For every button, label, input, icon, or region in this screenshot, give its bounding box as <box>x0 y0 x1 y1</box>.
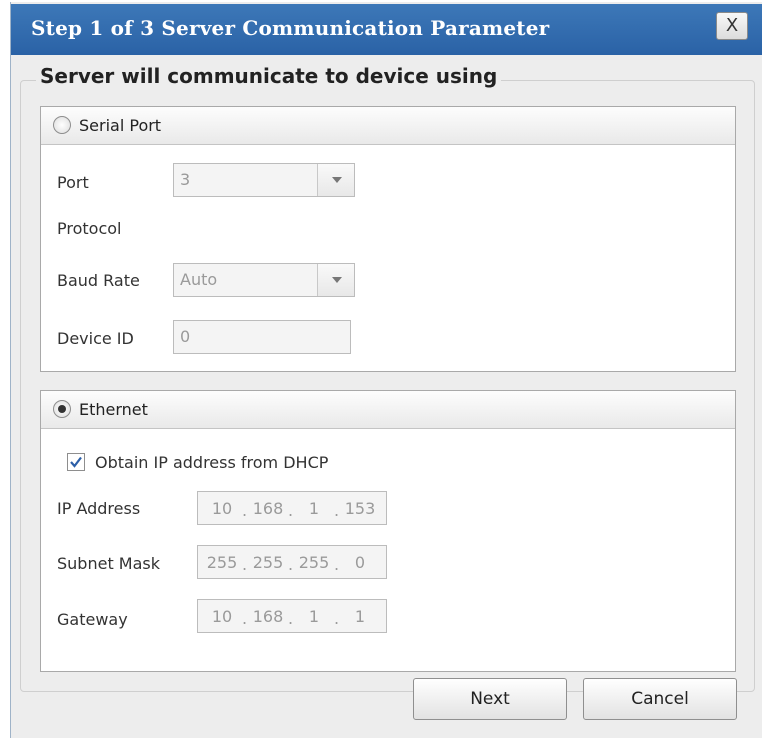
gateway-label: Gateway <box>57 610 128 629</box>
ip-octet-1: 10 <box>211 499 233 518</box>
chevron-down-icon[interactable] <box>317 164 354 196</box>
protocol-label: Protocol <box>57 219 122 238</box>
ethernet-header: Ethernet <box>41 391 735 429</box>
ip-separator: . <box>288 555 294 574</box>
ip-octet-4: 153 <box>344 499 376 518</box>
device-id-value: 0 <box>180 327 191 346</box>
gateway-field[interactable]: 10 . 168 . 1 . 1 <box>197 599 387 633</box>
ip-octet-2: 168 <box>252 499 284 518</box>
dhcp-label: Obtain IP address from DHCP <box>95 453 329 472</box>
chevron-down-icon[interactable] <box>317 264 354 296</box>
dhcp-checkbox[interactable] <box>67 453 85 471</box>
port-select[interactable]: 3 <box>173 163 355 197</box>
ip-address-field[interactable]: 10 . 168 . 1 . 153 <box>197 491 387 525</box>
close-button[interactable]: X <box>716 12 748 40</box>
ip-separator: . <box>242 609 248 628</box>
gateway-octet-3: 1 <box>308 607 320 626</box>
gateway-octet-1: 10 <box>211 607 233 626</box>
subnet-octet-4: 0 <box>354 553 366 572</box>
gateway-octet-2: 168 <box>252 607 284 626</box>
group-title: Server will communicate to device using <box>36 64 502 88</box>
dhcp-checkbox-row[interactable]: Obtain IP address from DHCP <box>55 445 395 479</box>
subnet-mask-label: Subnet Mask <box>57 554 161 573</box>
port-value: 3 <box>180 170 191 189</box>
ethernet-label: Ethernet <box>79 400 148 419</box>
subnet-mask-field[interactable]: 255 . 255 . 255 . 0 <box>197 545 387 579</box>
ip-separator: . <box>242 555 248 574</box>
ip-octet-3: 1 <box>308 499 320 518</box>
ip-separator: . <box>334 609 340 628</box>
ethernet-panel: Ethernet Obtain IP address from DHCP IP … <box>40 390 736 672</box>
ip-separator: . <box>334 555 340 574</box>
radio-selected-dot <box>58 405 66 413</box>
title-bar: Step 1 of 3 Server Communication Paramet… <box>11 4 762 55</box>
baud-rate-label: Baud Rate <box>57 271 140 290</box>
subnet-octet-2: 255 <box>252 553 284 572</box>
port-label: Port <box>57 173 89 192</box>
cancel-button[interactable]: Cancel <box>583 678 737 720</box>
serial-port-panel: Serial Port Port 3 Protocol Baud Rate Au… <box>40 106 736 372</box>
serial-port-radio[interactable] <box>53 116 71 134</box>
serial-port-label: Serial Port <box>79 116 162 135</box>
device-id-field[interactable]: 0 <box>173 320 351 354</box>
ethernet-radio[interactable] <box>53 400 71 418</box>
ip-separator: . <box>288 501 294 520</box>
ip-separator: . <box>242 501 248 520</box>
serial-port-header: Serial Port <box>41 107 735 145</box>
subnet-octet-3: 255 <box>298 553 330 572</box>
baud-rate-value: Auto <box>180 270 218 289</box>
ip-address-label: IP Address <box>57 499 141 518</box>
device-id-label: Device ID <box>57 329 134 348</box>
ip-separator: . <box>334 501 340 520</box>
baud-rate-select[interactable]: Auto <box>173 263 355 297</box>
ip-separator: . <box>288 609 294 628</box>
checkmark-icon <box>70 456 82 468</box>
gateway-octet-4: 1 <box>354 607 366 626</box>
next-button[interactable]: Next <box>413 678 567 720</box>
subnet-octet-1: 255 <box>206 553 238 572</box>
dialog-title: Step 1 of 3 Server Communication Paramet… <box>31 16 550 40</box>
